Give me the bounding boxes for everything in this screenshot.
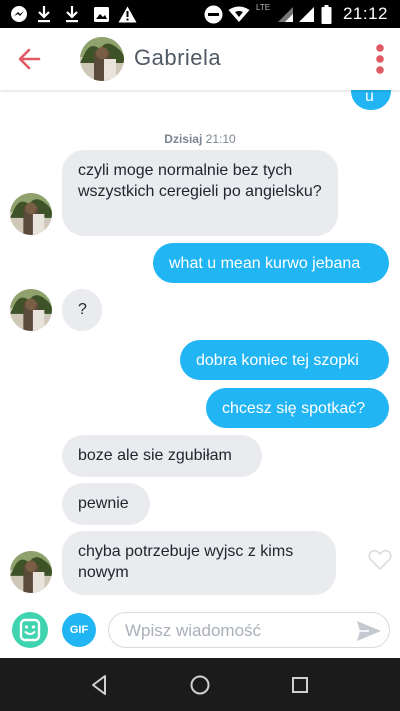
- like-message-button[interactable]: [368, 549, 392, 571]
- battery-icon: [320, 4, 332, 24]
- message-composer: GIF Wpisz wiadomość: [0, 602, 400, 658]
- contact-name[interactable]: Gabriela: [134, 45, 221, 71]
- send-icon: [357, 621, 381, 641]
- messenger-icon: [10, 4, 28, 24]
- more-options-button[interactable]: [374, 42, 386, 76]
- wifi-icon: [228, 4, 250, 24]
- more-vertical-icon: [376, 44, 384, 74]
- message-bubble-incoming[interactable]: chyba potrzebuje wyjsc z kims nowym: [62, 531, 336, 595]
- back-button[interactable]: [14, 44, 44, 74]
- message-bubble-outgoing[interactable]: what u mean kurwo jebana: [153, 243, 389, 283]
- contact-avatar-small[interactable]: [10, 289, 52, 331]
- message-bubble-incoming[interactable]: pewnie: [62, 483, 150, 525]
- message-bubble-outgoing[interactable]: u: [351, 90, 391, 110]
- download-icon: [36, 4, 52, 24]
- gif-button[interactable]: GIF: [62, 613, 96, 647]
- home-circle-icon: [190, 675, 210, 695]
- message-bubble-outgoing[interactable]: dobra koniec tej szopki: [180, 340, 389, 380]
- back-arrow-icon: [18, 48, 41, 70]
- message-bubble-outgoing[interactable]: chcesz się spotkać?: [206, 388, 389, 428]
- clock: 21:12: [342, 4, 388, 23]
- nav-home-button[interactable]: [187, 672, 213, 698]
- download-icon: [64, 4, 80, 24]
- date-time-label: 21:10: [205, 132, 236, 146]
- sticker-icon: [19, 618, 41, 642]
- date-day-label: Dzisiaj: [164, 132, 203, 146]
- chat-header: Gabriela: [0, 28, 400, 90]
- date-separator: Dzisiaj 21:10: [0, 132, 400, 146]
- status-bar: LTE 21:12: [0, 0, 400, 28]
- contact-avatar-small[interactable]: [10, 551, 52, 593]
- message-input-placeholder: Wpisz wiadomość: [125, 621, 262, 640]
- send-button[interactable]: [355, 619, 383, 643]
- message-bubble-incoming[interactable]: boze ale sie zgubiłam: [62, 435, 262, 477]
- network-type-label: LTE: [256, 3, 271, 12]
- signal-icon: [297, 4, 315, 24]
- system-navigation-bar: [0, 658, 400, 711]
- heart-icon: [368, 549, 392, 571]
- nav-back-button[interactable]: [87, 672, 113, 698]
- nav-recents-button[interactable]: [287, 672, 313, 698]
- contact-avatar[interactable]: [80, 37, 124, 81]
- back-triangle-icon: [92, 675, 106, 695]
- image-icon: [92, 4, 110, 24]
- do-not-disturb-icon: [203, 4, 223, 24]
- message-input[interactable]: Wpisz wiadomość: [108, 612, 390, 648]
- recents-square-icon: [292, 677, 308, 693]
- message-bubble-incoming[interactable]: ?: [62, 289, 102, 331]
- sticker-button[interactable]: [12, 612, 48, 648]
- message-bubble-incoming[interactable]: czyli moge normalnie bez tych wszystkich…: [62, 150, 338, 236]
- signal-icon: [276, 4, 294, 24]
- message-list[interactable]: u Dzisiaj 21:10 czyli moge normalnie bez…: [0, 90, 400, 602]
- contact-avatar-small[interactable]: [10, 193, 52, 235]
- warning-icon: [117, 4, 137, 24]
